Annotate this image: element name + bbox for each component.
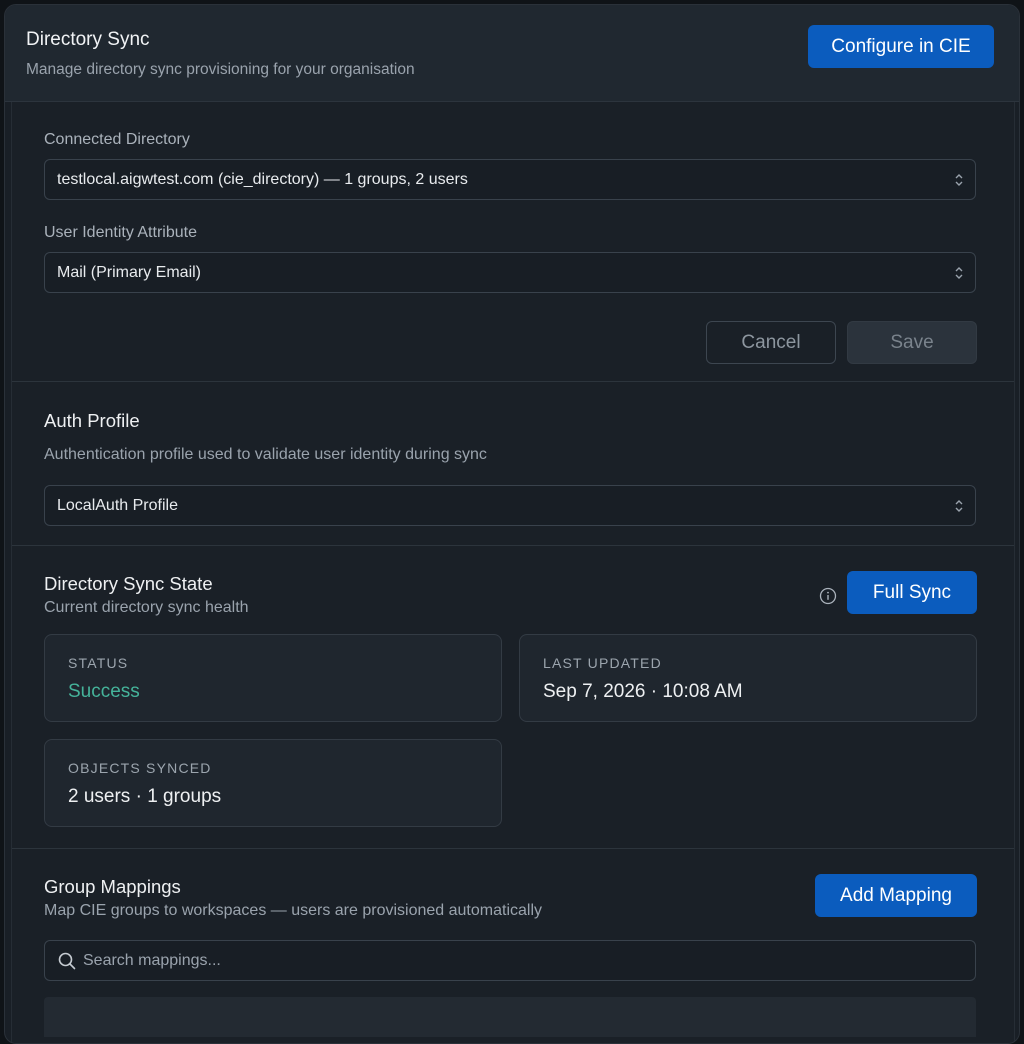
- mappings-table-header: [44, 997, 976, 1037]
- status-value: Success: [68, 681, 140, 702]
- group-mappings-subtitle: Map CIE groups to workspaces — users are…: [44, 902, 542, 919]
- group-mappings-section: Group Mappings Map CIE groups to workspa…: [12, 849, 1014, 1043]
- full-sync-button[interactable]: Full Sync: [847, 571, 977, 614]
- configure-in-cie-button[interactable]: Configure in CIE: [808, 25, 994, 68]
- user-identity-attribute-label: User Identity Attribute: [44, 224, 197, 241]
- connected-directory-value: testlocal.aigwtest.com (cie_directory) —…: [57, 170, 468, 188]
- user-identity-attribute-select[interactable]: Mail (Primary Email): [44, 252, 976, 293]
- sync-state-title: Directory Sync State: [44, 573, 213, 594]
- chevron-up-down-icon: [955, 267, 963, 279]
- directory-sync-panel: Directory Sync Manage directory sync pro…: [4, 4, 1020, 1044]
- objects-synced-label: OBJECTS SYNCED: [68, 760, 212, 776]
- connection-section: Connected Directory testlocal.aigwtest.c…: [12, 102, 1014, 382]
- last-updated-label: LAST UPDATED: [543, 655, 662, 671]
- sync-state-subtitle: Current directory sync health: [44, 599, 249, 616]
- objects-synced-card: OBJECTS SYNCED 2 users · 1 groups: [44, 739, 502, 827]
- auth-profile-title: Auth Profile: [44, 410, 140, 431]
- connected-directory-select[interactable]: testlocal.aigwtest.com (cie_directory) —…: [44, 159, 976, 200]
- search-icon: [58, 952, 76, 970]
- sync-state-section: Directory Sync State Current directory s…: [12, 546, 1014, 849]
- status-label: STATUS: [68, 655, 129, 671]
- settings-body: Connected Directory testlocal.aigwtest.c…: [11, 102, 1015, 1043]
- auth-profile-section: Auth Profile Authentication profile used…: [12, 382, 1014, 546]
- search-mappings-field[interactable]: [44, 940, 976, 981]
- chevron-up-down-icon: [955, 174, 963, 186]
- user-identity-attribute-value: Mail (Primary Email): [57, 263, 201, 281]
- last-updated-card: LAST UPDATED Sep 7, 2026 · 10:08 AM: [519, 634, 977, 722]
- connected-directory-label: Connected Directory: [44, 131, 190, 148]
- auth-profile-value: LocalAuth Profile: [57, 496, 178, 514]
- panel-header: Directory Sync Manage directory sync pro…: [5, 5, 1019, 102]
- objects-synced-value: 2 users · 1 groups: [68, 786, 222, 807]
- group-mappings-title: Group Mappings: [44, 876, 181, 897]
- save-button[interactable]: Save: [847, 321, 977, 364]
- info-circle-icon[interactable]: [819, 587, 837, 605]
- chevron-up-down-icon: [955, 500, 963, 512]
- add-mapping-button[interactable]: Add Mapping: [815, 874, 977, 917]
- page-title: Directory Sync: [26, 29, 150, 50]
- search-mappings-input[interactable]: [83, 941, 963, 980]
- status-card: STATUS Success: [44, 634, 502, 722]
- auth-profile-description: Authentication profile used to validate …: [44, 446, 487, 463]
- cancel-button[interactable]: Cancel: [706, 321, 836, 364]
- auth-profile-select[interactable]: LocalAuth Profile: [44, 485, 976, 526]
- last-updated-value: Sep 7, 2026 · 10:08 AM: [543, 681, 743, 702]
- page-subtitle: Manage directory sync provisioning for y…: [26, 61, 415, 78]
